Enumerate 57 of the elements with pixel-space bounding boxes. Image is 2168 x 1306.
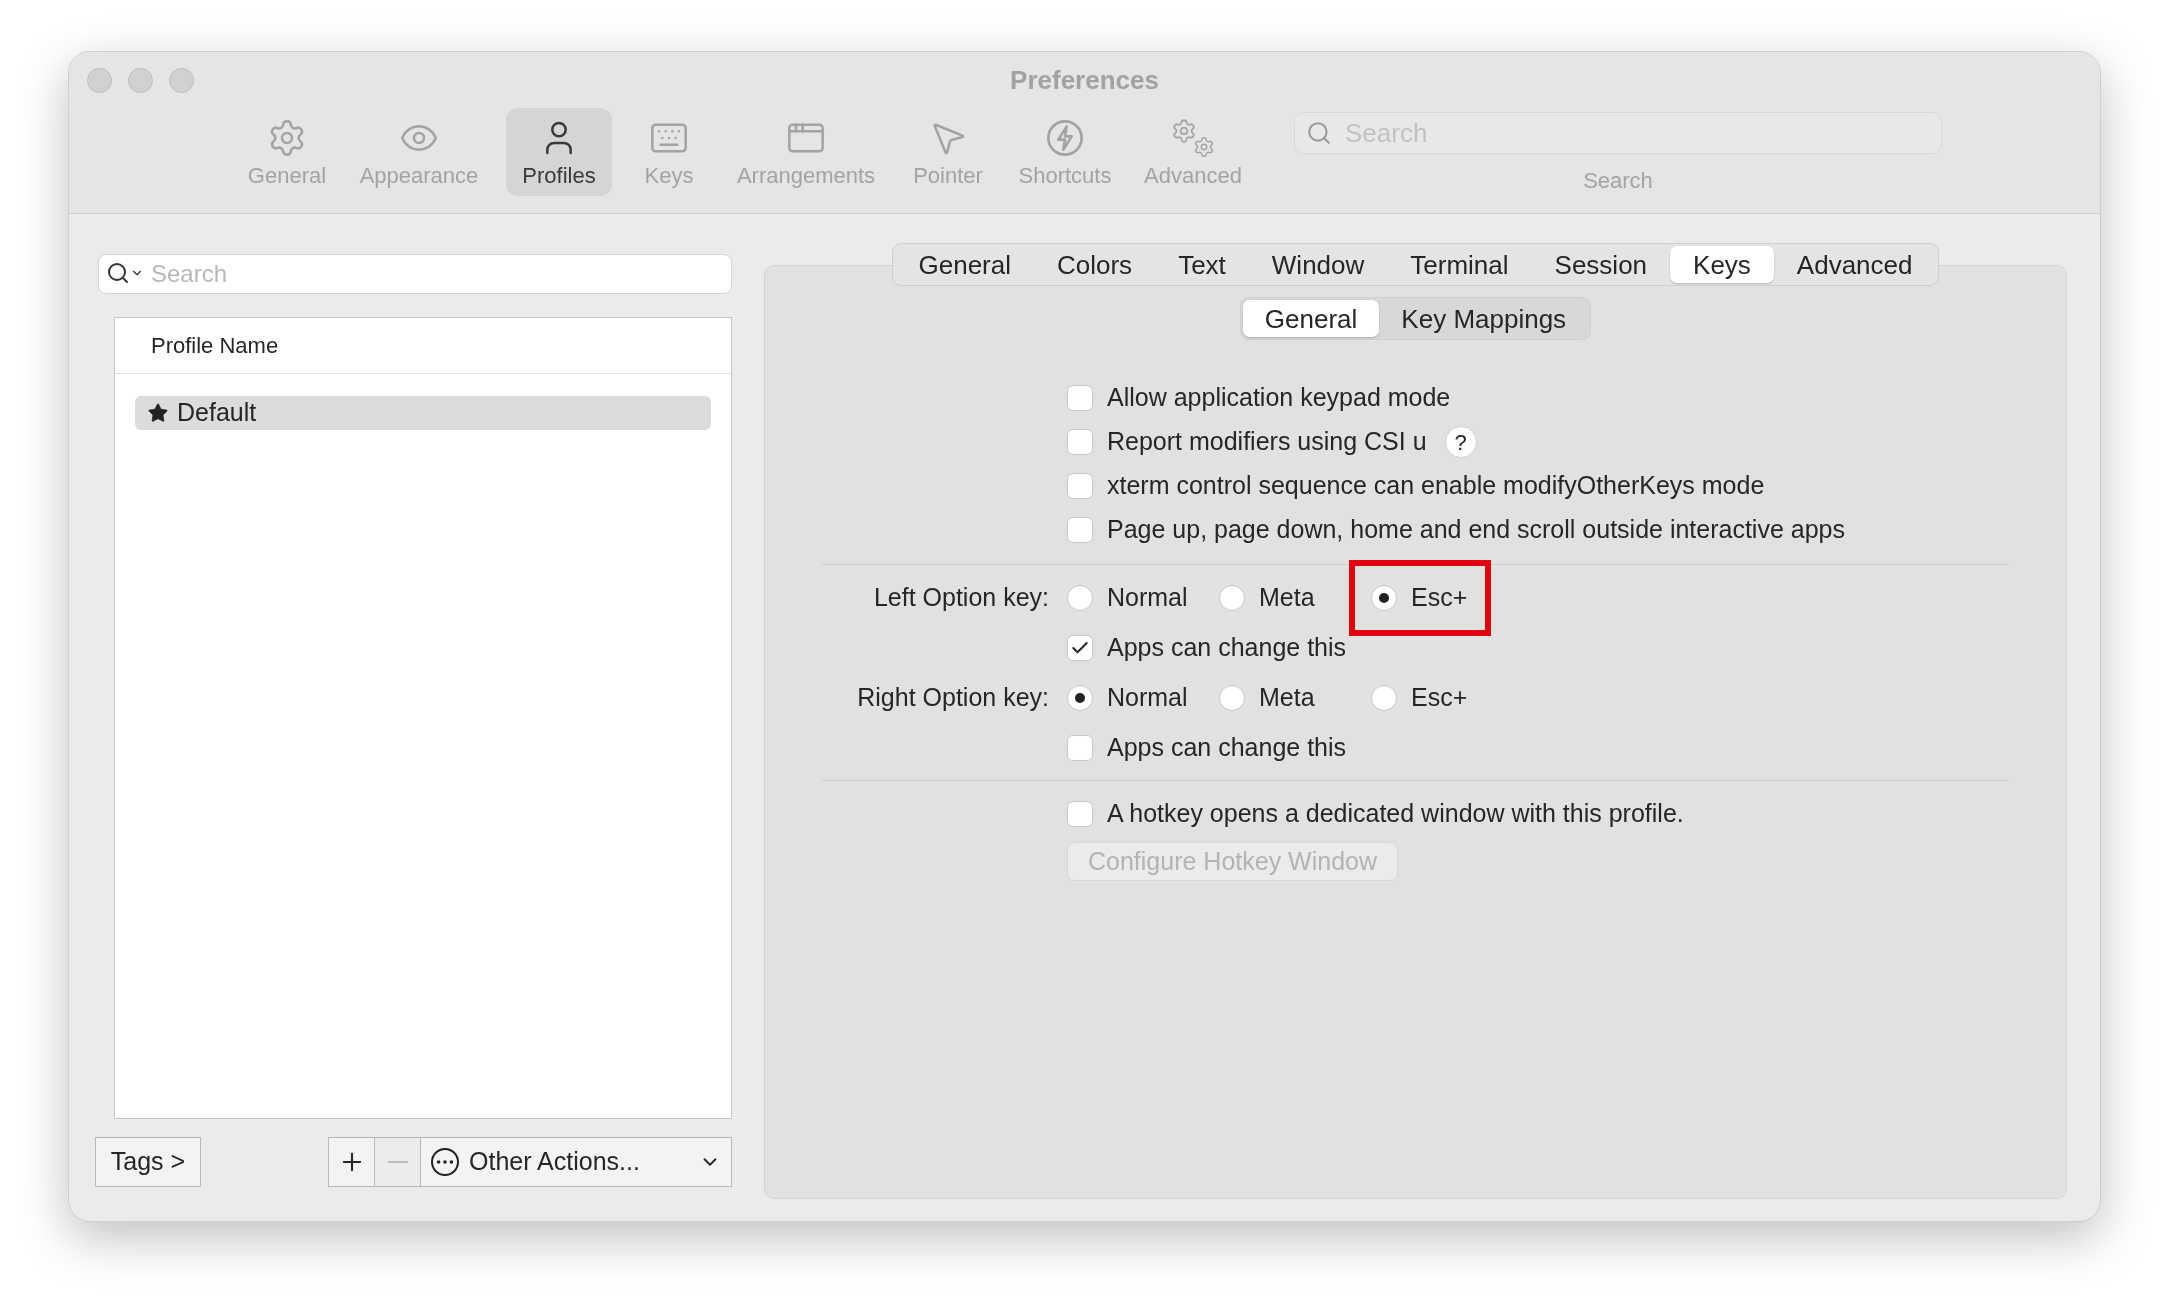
checkbox[interactable] <box>1067 385 1093 411</box>
lightning-icon <box>1045 118 1085 158</box>
window-control[interactable] <box>128 67 153 93</box>
tab[interactable]: Session <box>1531 246 1671 283</box>
gears-icon <box>1171 118 1215 158</box>
window-control[interactable] <box>169 67 194 93</box>
radio-button[interactable] <box>1067 585 1093 611</box>
checkbox[interactable] <box>1067 517 1093 543</box>
ellipsis-icon <box>431 1148 459 1176</box>
radio-label: Normal <box>1107 682 1188 714</box>
actions-menu[interactable]: Other Actions... <box>421 1138 731 1186</box>
checkbox[interactable] <box>1067 801 1093 827</box>
tab[interactable]: Window <box>1248 246 1388 283</box>
minus-icon <box>387 1161 408 1163</box>
checkbox-label: Apps can change this <box>1107 732 1347 764</box>
radio-label: Esc+ <box>1411 582 1468 614</box>
checkbox[interactable] <box>1067 635 1093 661</box>
column-header: Profile Name <box>151 332 279 360</box>
radio-button[interactable] <box>1219 585 1245 611</box>
checkbox-label: Apps can change this <box>1107 632 1347 664</box>
tab[interactable]: Text <box>1155 246 1249 283</box>
checkbox[interactable] <box>1067 735 1093 761</box>
toolbar-tab[interactable]: Profiles <box>506 108 612 196</box>
radio-button[interactable] <box>1371 685 1397 711</box>
search-icon <box>1306 120 1332 146</box>
window-title: Preferences <box>1010 63 1159 97</box>
radio-label: Meta <box>1259 682 1315 714</box>
help-button[interactable]: ? <box>1444 426 1477 458</box>
tab[interactable]: Terminal <box>1387 246 1532 283</box>
option-key-label: Right Option key: <box>856 682 1049 714</box>
checkbox[interactable] <box>1067 429 1093 455</box>
radio-label: Esc+ <box>1411 682 1468 714</box>
add-button[interactable] <box>329 1138 375 1186</box>
radio-button[interactable] <box>1371 585 1397 611</box>
subtab[interactable]: General <box>1242 300 1380 337</box>
checkbox-label: Report modifiers using CSI u <box>1107 426 1427 458</box>
tab[interactable]: General <box>895 246 1034 283</box>
profile-row[interactable]: Default <box>135 396 711 430</box>
radio-button[interactable] <box>1067 685 1093 711</box>
profile-search-field[interactable]: Search <box>98 254 732 294</box>
radio-label: Meta <box>1259 582 1315 614</box>
tab[interactable]: Colors <box>1034 246 1156 283</box>
checkbox-label: A hotkey opens a dedicated window with this profile. <box>1107 798 1684 830</box>
tags-button[interactable]: Tags > <box>95 1137 201 1187</box>
tab[interactable]: Keys <box>1670 246 1774 283</box>
radio-label: Normal <box>1107 582 1188 614</box>
subtab[interactable]: Key Mappings <box>1379 300 1589 337</box>
radio-button[interactable] <box>1219 685 1245 711</box>
checkbox-label: Page up, page down, home and end scroll outside interactive apps <box>1107 514 1845 546</box>
option-key-label: Left Option key: <box>872 582 1049 614</box>
checkbox-label: xterm control sequence can enable modifyOtherKeys mode <box>1107 470 1765 502</box>
checkbox-label: Allow application keypad mode <box>1107 382 1451 414</box>
window-control[interactable] <box>87 67 112 93</box>
search-icon <box>106 261 144 285</box>
search-label: Search <box>1583 167 1653 195</box>
tab[interactable]: Advanced <box>1773 246 1936 283</box>
checkbox[interactable] <box>1067 473 1093 499</box>
